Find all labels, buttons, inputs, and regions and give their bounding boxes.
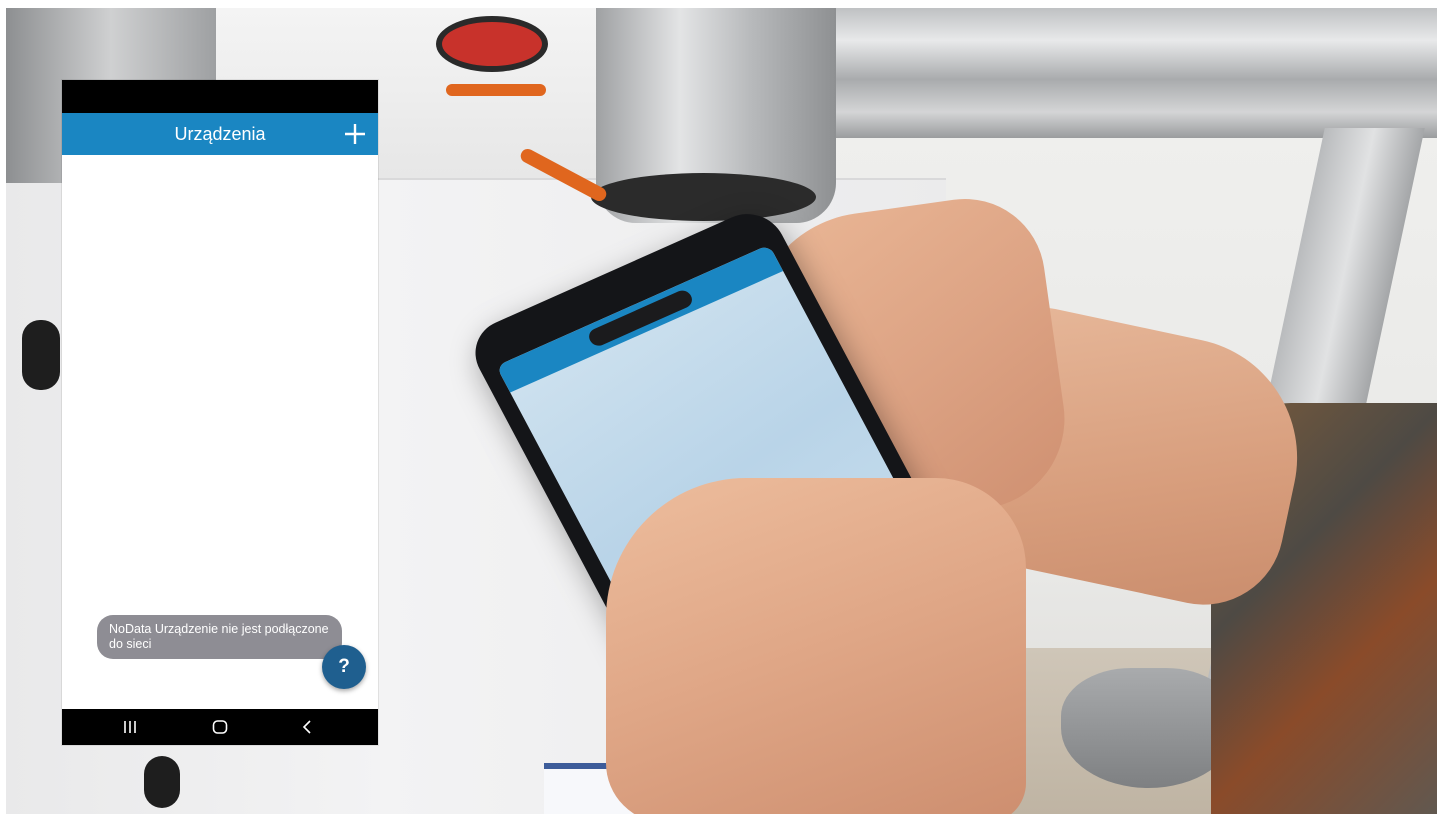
cabinet-handle bbox=[22, 320, 60, 390]
status-bar bbox=[62, 80, 378, 113]
screwdriver bbox=[446, 84, 546, 96]
page-title: Urządzenia bbox=[174, 124, 266, 144]
toast-message: NoData Urządzenie nie jest podłączone do… bbox=[97, 615, 342, 659]
navigation-bar bbox=[62, 709, 378, 745]
app-bar: Urządzenia bbox=[62, 113, 378, 155]
hand bbox=[606, 478, 1026, 814]
recents-button[interactable] bbox=[100, 709, 160, 745]
plus-icon bbox=[345, 124, 365, 144]
phone-screen: Urządzenia NoData Urządzenie nie jest po… bbox=[62, 80, 378, 745]
rack-foot bbox=[1061, 668, 1236, 788]
cable-reel bbox=[436, 16, 548, 72]
back-icon bbox=[302, 720, 311, 734]
home-icon bbox=[212, 720, 228, 734]
add-device-button[interactable] bbox=[340, 119, 370, 149]
recents-icon bbox=[124, 721, 136, 733]
home-button[interactable] bbox=[190, 709, 250, 745]
back-button[interactable] bbox=[278, 709, 338, 745]
duct-base bbox=[591, 173, 816, 221]
cabinet-handle bbox=[144, 756, 180, 808]
video-frame: Urządzenia NoData Urządzenie nie jest po… bbox=[0, 0, 1439, 814]
help-button[interactable]: ? bbox=[322, 645, 366, 689]
